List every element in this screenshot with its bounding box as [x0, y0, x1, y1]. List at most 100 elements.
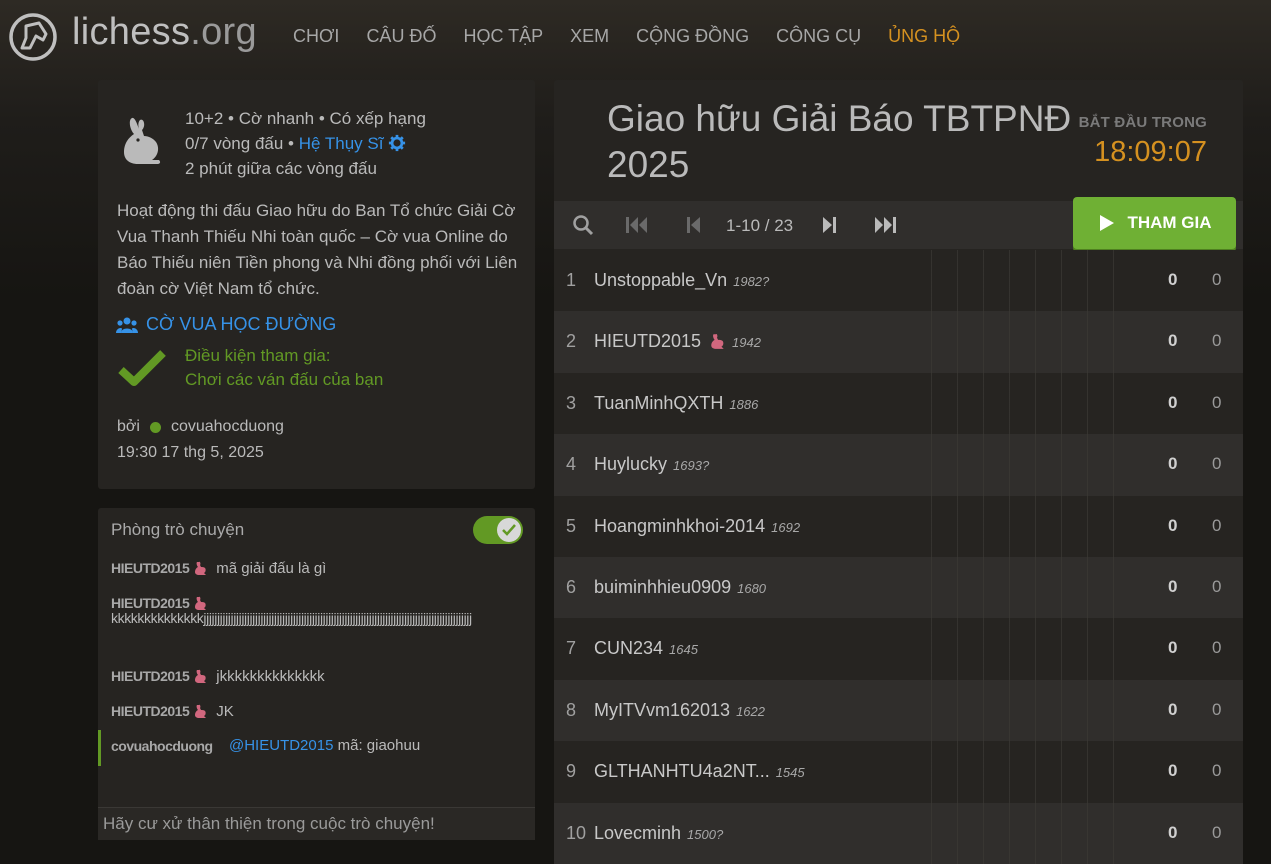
- site-title[interactable]: lichess.org: [72, 11, 257, 54]
- round-grid: [906, 372, 1136, 435]
- player-rating: 1942: [732, 335, 761, 351]
- chat-username[interactable]: HIEUTD2015: [111, 560, 190, 576]
- player-row[interactable]: 3 TuanMinhQXTH 1886 0 0: [554, 372, 1243, 435]
- player-rank: 3: [566, 392, 577, 413]
- player-name[interactable]: Lovecminh 1500?: [594, 823, 723, 844]
- nav-play[interactable]: CHƠI: [293, 26, 339, 47]
- search-button[interactable]: [570, 213, 596, 237]
- player-tiebreak: 0: [1212, 822, 1222, 842]
- next-page-button[interactable]: [816, 213, 842, 237]
- player-name[interactable]: MyITVvm162013 1622: [594, 700, 765, 721]
- player-username: GLTHANHTU4a2NT...: [594, 761, 770, 782]
- chat-username[interactable]: covuahocduong: [111, 738, 213, 754]
- first-page-button[interactable]: [624, 213, 650, 237]
- player-row[interactable]: 10 Lovecminh 1500? 0 0: [554, 802, 1243, 864]
- player-rating: 1645: [669, 642, 698, 658]
- player-name[interactable]: CUN234 1645: [594, 638, 698, 659]
- player-rating: 1886: [729, 396, 759, 412]
- join-button[interactable]: THAM GIA: [1073, 197, 1236, 249]
- standings-table: 1 Unstoppable_Vn 1982? 0 0 2 HIEUTD2015 1942 0 0 3…: [554, 250, 1243, 864]
- player-score: 0: [1168, 699, 1178, 719]
- player-row[interactable]: 1 Unstoppable_Vn 1982? 0 0: [554, 250, 1243, 312]
- player-rating: 1692: [771, 519, 801, 535]
- player-tiebreak: 0: [1212, 270, 1222, 289]
- nav-tools[interactable]: CÔNG CỤ: [776, 26, 861, 47]
- player-row[interactable]: 8 MyITVvm162013 1622 0 0: [554, 679, 1243, 742]
- chat-username[interactable]: HIEUTD2015: [111, 703, 190, 719]
- player-score: 0: [1168, 392, 1178, 412]
- player-row[interactable]: 2 HIEUTD2015 1942 0 0: [554, 311, 1243, 373]
- chat-message: HIEUTD2015 jkkkkkkkkkkkkkk: [111, 668, 529, 685]
- round-grid: [906, 556, 1136, 619]
- logo-text: lichess: [72, 11, 191, 53]
- chat-text: @HIEUTD2015 mã: giaohuu: [229, 737, 420, 754]
- player-name[interactable]: GLTHANHTU4a2NT... 1545: [594, 761, 805, 782]
- toggle-check-icon: [502, 524, 516, 536]
- round-grid: [906, 311, 1136, 373]
- creator-username[interactable]: covuahocduong: [171, 418, 284, 436]
- chat-toggle[interactable]: [473, 516, 523, 544]
- search-icon: [573, 215, 594, 236]
- mention-link[interactable]: @HIEUTD2015: [229, 737, 333, 754]
- rabbit-icon: [195, 704, 207, 718]
- player-rank: 2: [566, 331, 577, 352]
- tournament-main-panel: Giao hữu Giải Báo TBTPNĐ 2025 BẮT ĐẦU TR…: [554, 80, 1243, 864]
- player-row[interactable]: 9 GLTHANHTU4a2NT... 1545 0 0: [554, 741, 1243, 803]
- player-username: HIEUTD2015: [594, 331, 702, 352]
- player-name[interactable]: Unstoppable_Vn 1982?: [594, 270, 769, 291]
- player-name[interactable]: Hoangminhkhoi-2014 1692: [594, 516, 800, 537]
- rounds-text: 0/7 vòng đấu •: [185, 134, 299, 153]
- lichess-logo-icon[interactable]: [6, 10, 60, 64]
- nav-community[interactable]: CỘNG ĐỒNG: [636, 26, 749, 47]
- player-name[interactable]: TuanMinhQXTH 1886: [594, 393, 758, 414]
- chat-title: Phòng trò chuyện: [111, 520, 245, 539]
- player-score: 0: [1168, 454, 1178, 474]
- player-username: CUN234: [594, 638, 664, 659]
- join-label: THAM GIA: [1127, 213, 1212, 232]
- tournament-title: Giao hữu Giải Báo TBTPNĐ 2025: [607, 98, 1072, 185]
- chat-text: mã giải đấu là gì: [216, 560, 327, 577]
- player-row[interactable]: 6 buiminhhieu0909 1680 0 0: [554, 556, 1243, 619]
- chat-username[interactable]: HIEUTD2015: [111, 668, 190, 684]
- swiss-system-link[interactable]: Hệ Thụy Sĩ: [299, 134, 384, 153]
- player-row[interactable]: 4 Huylucky 1693? 0 0: [554, 434, 1243, 496]
- chat-text: JK: [216, 703, 234, 720]
- player-rank: 10: [566, 822, 587, 843]
- player-username: buiminhhieu0909: [594, 576, 732, 597]
- player-tiebreak: 0: [1212, 638, 1222, 658]
- round-grid: [906, 618, 1136, 680]
- player-rating: 1545: [775, 765, 805, 781]
- player-row[interactable]: 7 CUN234 1645 0 0: [554, 618, 1243, 680]
- round-grid: [906, 250, 1136, 312]
- nav-puzzles[interactable]: CÂU ĐỐ: [366, 26, 436, 47]
- player-username: TuanMinhQXTH: [594, 392, 724, 413]
- last-page-button[interactable]: [872, 213, 898, 237]
- nav-donate[interactable]: ỦNG HỘ: [888, 26, 960, 47]
- player-rating: 1622: [736, 703, 765, 719]
- player-name[interactable]: Huylucky 1693?: [594, 454, 709, 475]
- player-name[interactable]: buiminhhieu0909 1680: [594, 577, 766, 598]
- created-by: bởi covuahocduong: [117, 418, 284, 436]
- chat-input[interactable]: Hãy cư xử thân thiện trong cuộc trò chuy…: [98, 807, 535, 840]
- nav-watch[interactable]: XEM: [570, 26, 609, 47]
- player-rank: 9: [566, 761, 577, 782]
- player-name[interactable]: HIEUTD2015 1942: [594, 331, 761, 352]
- toggle-knob: [497, 518, 521, 542]
- rabbit-icon: [711, 334, 724, 350]
- player-rank: 6: [566, 576, 577, 597]
- player-username: Lovecminh: [594, 822, 682, 843]
- chat-username[interactable]: HIEUTD2015: [111, 595, 190, 611]
- by-label: bởi: [117, 418, 140, 435]
- site-header: lichess.org CHƠI CÂU ĐỐ HỌC TẬP XEM CỘNG…: [0, 0, 1271, 72]
- previous-page-button[interactable]: [681, 213, 707, 237]
- player-score: 0: [1168, 331, 1178, 351]
- player-row[interactable]: 5 Hoangminhkhoi-2014 1692 0 0: [554, 495, 1243, 557]
- team-link[interactable]: CỜ VUA HỌC ĐƯỜNG: [116, 314, 336, 335]
- last-page-icon: [875, 217, 896, 233]
- round-grid: [906, 741, 1136, 803]
- first-page-icon: [626, 217, 647, 233]
- player-username: Unstoppable_Vn: [594, 270, 728, 290]
- countdown-timer: 18:09:07: [1094, 136, 1207, 168]
- nav-learn[interactable]: HỌC TẬP: [463, 26, 543, 47]
- gear-icon[interactable]: [388, 134, 406, 152]
